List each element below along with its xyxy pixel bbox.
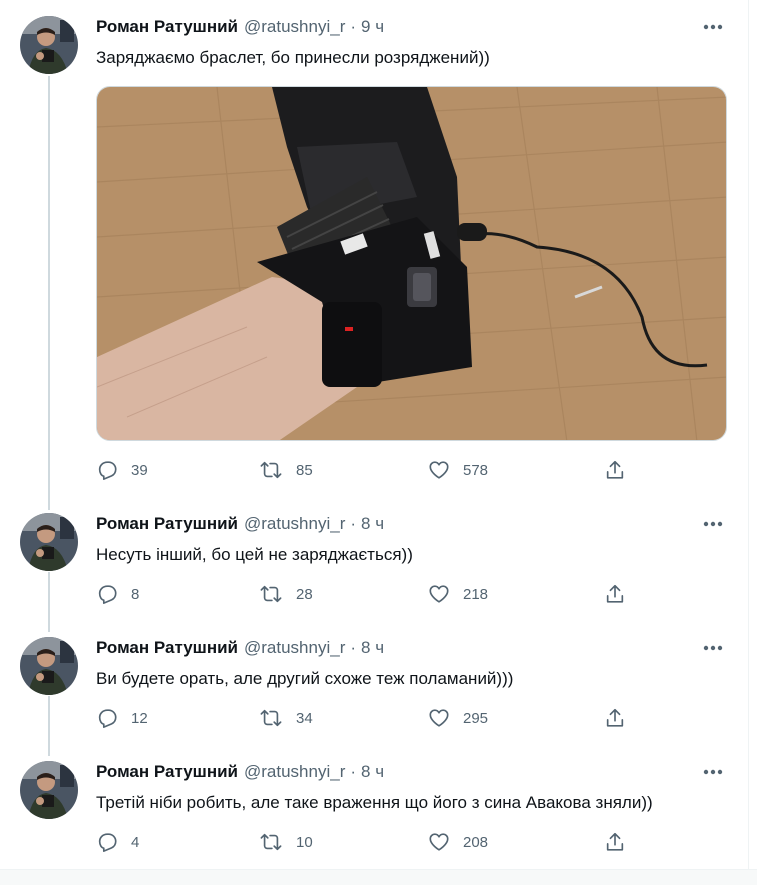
reply-count: 8 [131, 585, 140, 603]
like-button[interactable]: 208 [428, 830, 488, 854]
tweet-photo[interactable] [96, 86, 727, 441]
like-count: 295 [463, 709, 489, 727]
separator-dot: · [350, 514, 357, 533]
avatar[interactable] [20, 637, 78, 695]
like-count: 578 [463, 461, 489, 479]
share-button[interactable] [604, 582, 626, 606]
retweet-count: 34 [296, 709, 313, 727]
like-count: 218 [463, 585, 489, 603]
retweet-button[interactable]: 34 [259, 706, 313, 730]
author-handle[interactable]: @ratushnyi_r [244, 17, 345, 37]
avatar[interactable] [20, 16, 78, 74]
like-icon [429, 833, 449, 851]
tweet-text: Третій ніби робить, але таке враження що… [96, 793, 653, 812]
timeline-footer [0, 869, 757, 885]
like-button[interactable]: 295 [428, 706, 488, 730]
tweet-text: Заряджаємо браслет, бо принесли розрядже… [96, 48, 490, 67]
share-icon [606, 460, 624, 479]
retweet-count: 85 [296, 461, 313, 479]
retweet-icon [260, 585, 282, 603]
retweet-icon [260, 709, 282, 727]
author-name[interactable]: Роман Ратушний [96, 762, 238, 782]
more-icon[interactable] [701, 514, 725, 534]
avatar[interactable] [20, 761, 78, 819]
reply-button[interactable]: 39 [96, 458, 148, 482]
share-button[interactable] [604, 458, 626, 482]
timestamp[interactable]: 8 ч [361, 762, 384, 782]
retweet-icon [260, 461, 282, 479]
more-icon[interactable] [701, 762, 725, 782]
share-icon [606, 708, 624, 727]
tweet[interactable]: Роман Ратушний @ratushnyi_r · 9 ч Зарядж… [0, 0, 748, 505]
tweet[interactable]: Роман Ратушний @ratushnyi_r · 8 ч Ви буд… [0, 629, 748, 753]
reply-count: 4 [131, 833, 140, 851]
like-button[interactable]: 218 [428, 582, 488, 606]
tweet-text: Ви будете орать, але другий схоже теж по… [96, 669, 514, 688]
avatar[interactable] [20, 513, 78, 571]
retweet-button[interactable]: 85 [259, 458, 313, 482]
reply-icon [98, 833, 117, 852]
reply-icon [98, 585, 117, 604]
author-handle[interactable]: @ratushnyi_r [244, 514, 345, 534]
retweet-button[interactable]: 10 [259, 830, 313, 854]
tweet[interactable]: Роман Ратушний @ratushnyi_r · 8 ч Третій… [0, 753, 748, 869]
like-icon [429, 709, 449, 727]
timestamp[interactable]: 8 ч [361, 514, 384, 534]
reply-count: 39 [131, 461, 148, 479]
timeline-border [748, 0, 749, 885]
like-button[interactable]: 578 [428, 458, 488, 482]
more-icon[interactable] [701, 17, 725, 37]
reply-count: 12 [131, 709, 148, 727]
author-name[interactable]: Роман Ратушний [96, 514, 238, 534]
share-button[interactable] [604, 830, 626, 854]
retweet-count: 28 [296, 585, 313, 603]
timestamp[interactable]: 9 ч [361, 17, 384, 37]
separator-dot: · [350, 17, 357, 36]
reply-icon [98, 461, 117, 480]
separator-dot: · [350, 638, 357, 657]
tweet-text: Несуть інший, бо цей не заряджається)) [96, 545, 413, 564]
author-handle[interactable]: @ratushnyi_r [244, 638, 345, 658]
reply-button[interactable]: 8 [96, 582, 139, 606]
author-handle[interactable]: @ratushnyi_r [244, 762, 345, 782]
more-icon[interactable] [701, 638, 725, 658]
retweet-count: 10 [296, 833, 313, 851]
reply-icon [98, 709, 117, 728]
separator-dot: · [350, 762, 357, 781]
share-icon [606, 584, 624, 603]
timestamp[interactable]: 8 ч [361, 638, 384, 658]
share-icon [606, 832, 624, 851]
author-name[interactable]: Роман Ратушний [96, 17, 238, 37]
retweet-button[interactable]: 28 [259, 582, 313, 606]
reply-button[interactable]: 12 [96, 706, 148, 730]
tweet[interactable]: Роман Ратушний @ratushnyi_r · 8 ч Несуть… [0, 505, 748, 629]
like-icon [429, 461, 449, 479]
like-count: 208 [463, 833, 489, 851]
reply-button[interactable]: 4 [96, 830, 139, 854]
like-icon [429, 585, 449, 603]
retweet-icon [260, 833, 282, 851]
author-name[interactable]: Роман Ратушний [96, 638, 238, 658]
share-button[interactable] [604, 706, 626, 730]
